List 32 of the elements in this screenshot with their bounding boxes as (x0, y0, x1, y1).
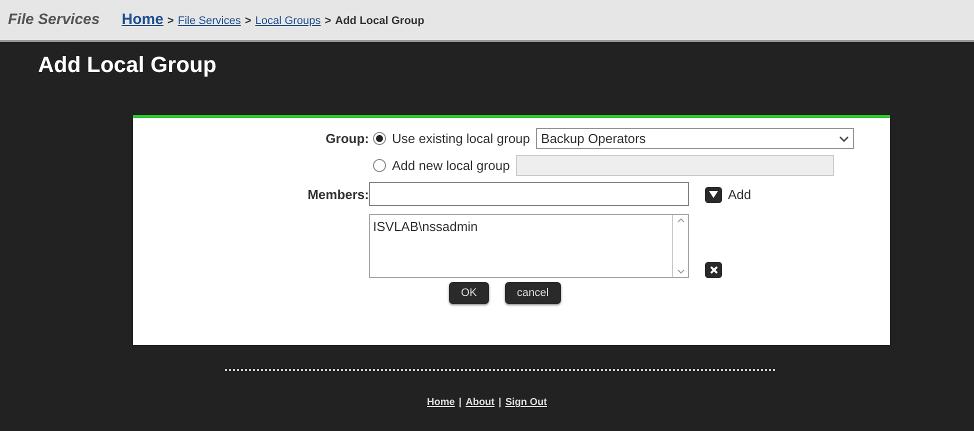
breadcrumb-link[interactable]: Local Groups (255, 12, 321, 30)
group-select[interactable]: Backup Operators (536, 128, 854, 149)
breadcrumb-separator: > (324, 14, 332, 29)
chevron-down-icon (839, 136, 850, 142)
section-title: File Services (8, 10, 100, 30)
member-item[interactable]: ISVLAB\nssadmin (373, 217, 669, 236)
breadcrumb-link[interactable]: Home (122, 8, 164, 32)
members-label: Members: (306, 186, 369, 204)
breadcrumb-separator: > (167, 14, 174, 29)
footer-separator: | (458, 396, 462, 410)
footer-link[interactable]: Home (427, 395, 455, 410)
remove-icon[interactable] (705, 262, 722, 278)
footer-link[interactable]: Sign Out (505, 395, 547, 410)
page-title: Add Local Group (38, 51, 218, 79)
cancel-button[interactable]: cancel (504, 282, 561, 304)
breadcrumb-link[interactable]: File Services (178, 12, 241, 30)
radio-label: Add new local group (392, 156, 510, 175)
radio-button[interactable] (373, 159, 386, 172)
member-input-field[interactable] (369, 182, 689, 206)
ok-button[interactable]: OK (449, 282, 489, 304)
add-label[interactable]: Add (728, 185, 752, 204)
breadcrumb-separator: > (244, 14, 252, 29)
scroll-up-icon[interactable] (676, 218, 684, 223)
scroll-down-icon[interactable] (676, 269, 684, 274)
members-list[interactable]: ISVLAB\nssadmin (369, 214, 689, 278)
footer-separator: | (498, 396, 502, 410)
radio-label: Use existing local group (392, 130, 530, 148)
radio-button[interactable] (373, 132, 386, 145)
footer-link[interactable]: About (466, 395, 494, 410)
group-label: Group: (324, 130, 369, 148)
breadcrumb-current: Add Local Group (335, 14, 424, 29)
add-down-icon[interactable] (705, 186, 722, 203)
